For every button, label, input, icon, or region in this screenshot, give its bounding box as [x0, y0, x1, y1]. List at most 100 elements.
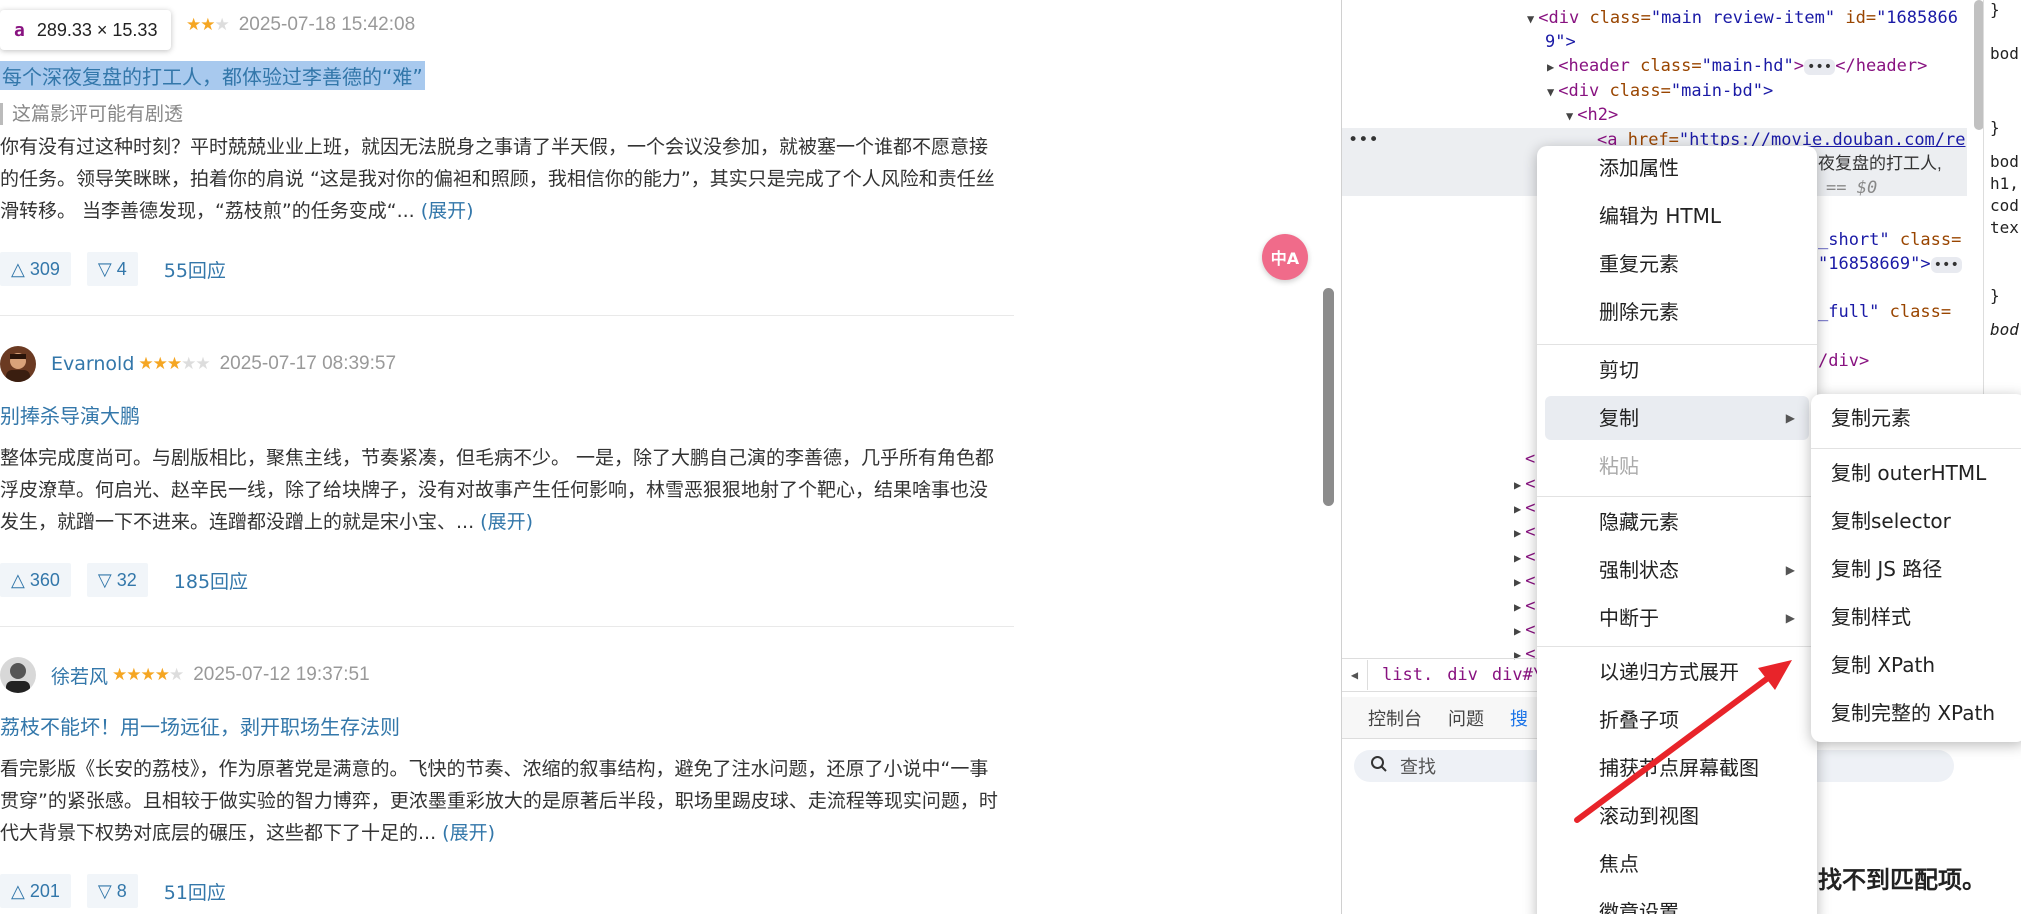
dom-node[interactable]: <: [1525, 447, 1535, 471]
menu-item-cut[interactable]: 剪切: [1545, 348, 1809, 392]
upvote-button[interactable]: △ 309: [0, 252, 71, 286]
upvote-count: 309: [29, 258, 60, 279]
dom-node[interactable]: /div>: [1818, 349, 1869, 373]
menu-separator: [1537, 646, 1817, 647]
submenu-item-copy-outerhtml[interactable]: 复制 outerHTML: [1811, 451, 2021, 495]
expand-triangle-icon[interactable]: ▶: [1547, 60, 1554, 74]
review-title[interactable]: 每个深夜复盘的打工人，都体验过李善德的“难”: [0, 61, 425, 90]
menu-item-edit-html[interactable]: 编辑为 HTML: [1545, 194, 1809, 238]
ellipsis-icon[interactable]: •••: [1930, 257, 1962, 273]
dom-node[interactable]: ▶ <: [1514, 496, 1535, 520]
menu-item-expand-recursively[interactable]: 以递归方式展开: [1545, 650, 1809, 694]
tab-console[interactable]: 控制台: [1368, 705, 1422, 731]
collapse-triangle-icon[interactable]: ▼: [1566, 109, 1573, 123]
dom-node[interactable]: ▶ <: [1514, 472, 1535, 496]
submenu-item-copy-js-path[interactable]: 复制 JS 路径: [1811, 547, 2021, 591]
dom-node[interactable]: _full" class=: [1818, 300, 1951, 324]
dom-node[interactable]: ▼ <div class="main review-item" id="16858…: [1527, 6, 1958, 30]
breadcrumb-item[interactable]: list.: [1382, 665, 1433, 685]
tab-search[interactable]: 搜: [1510, 705, 1528, 731]
ellipsis-icon[interactable]: •••: [1348, 128, 1379, 152]
replies-link[interactable]: 51回应: [164, 878, 226, 905]
menu-item-focus[interactable]: 焦点: [1545, 842, 1809, 886]
menu-item-duplicate[interactable]: 重复元素: [1545, 242, 1809, 286]
submenu-item-copy-selector[interactable]: 复制selector: [1811, 499, 2021, 543]
menu-item-collapse-children[interactable]: 折叠子项: [1545, 698, 1809, 742]
upvote-button[interactable]: △ 201: [0, 874, 71, 908]
dom-node[interactable]: ▼ <div class="main-bd">: [1547, 79, 1773, 103]
submenu-item-copy-styles[interactable]: 复制样式: [1811, 595, 2021, 639]
dom-node[interactable]: ▶ <: [1514, 545, 1535, 569]
expand-link[interactable]: (展开): [421, 200, 474, 222]
author-name[interactable]: 徐若风: [51, 662, 108, 689]
menu-item-force-state[interactable]: 强制状态 ▶: [1545, 548, 1809, 592]
menu-item-scroll-into-view[interactable]: 滚动到视图: [1545, 794, 1809, 838]
dom-node[interactable]: ▶ <: [1514, 520, 1535, 544]
menu-item-force-state-label: 强制状态: [1599, 558, 1679, 582]
ellipsis-icon[interactable]: •••: [1803, 59, 1836, 75]
search-icon: [1370, 755, 1388, 778]
menu-item-delete[interactable]: 删除元素: [1545, 290, 1809, 334]
expand-link[interactable]: (展开): [480, 511, 533, 533]
menu-item-badge-settings[interactable]: 徽章设置: [1545, 890, 1809, 914]
rating-stars: ★★★: [186, 15, 230, 35]
avatar[interactable]: [0, 346, 36, 382]
upvote-button[interactable]: △ 360: [0, 563, 71, 597]
downvote-button[interactable]: ▽ 8: [86, 874, 138, 908]
review-title[interactable]: 别捧杀导演大鹏: [0, 400, 140, 429]
expand-link[interactable]: (展开): [442, 822, 495, 844]
tab-issues[interactable]: 问题: [1448, 705, 1484, 731]
author-name[interactable]: Evarnold: [51, 353, 134, 375]
no-match-message: 找不到匹配项。: [1818, 866, 1986, 894]
dom-node[interactable]: ▶ <header class="main-hd"> ••• </header>: [1547, 54, 1927, 78]
downvote-button[interactable]: ▽ 32: [86, 563, 148, 597]
menu-separator: [1537, 344, 1817, 345]
review-text: 你有没有过这种时刻？平时兢兢业业上班，就因无法脱身之事请了半天假，一个会议没参加…: [0, 136, 995, 222]
page-scrollbar[interactable]: [1323, 288, 1334, 506]
submenu-item-copy-full-xpath[interactable]: 复制完整的 XPath: [1811, 691, 2021, 735]
upvote-count: 360: [29, 569, 60, 590]
dom-node[interactable]: ▼ <h2>: [1566, 103, 1618, 127]
menu-item-capture-screenshot[interactable]: 捕获节点屏幕截图: [1545, 746, 1809, 790]
review-body: 看完影版《长安的荔枝》，作为原著党是满意的。飞快的节奏、浓缩的叙事结构，避免了注…: [0, 753, 1005, 849]
menu-item-copy[interactable]: 复制 ▶: [1545, 396, 1809, 440]
style-line: }: [1990, 286, 2000, 305]
translate-label: 中A: [1270, 249, 1300, 268]
webpage: ★★★ 2025-07-18 15:42:08 每个深夜复盘的打工人，都体验过李…: [0, 0, 1341, 914]
menu-item-break-on[interactable]: 中断于 ▶: [1545, 596, 1809, 640]
dom-node[interactable]: _short" class=: [1818, 228, 1961, 252]
vote-bar: △ 309 ▽ 4 55回应: [0, 252, 226, 286]
dom-node[interactable]: ▶ <: [1514, 569, 1535, 593]
translate-icon[interactable]: 中A: [1262, 234, 1308, 280]
submenu-item-copy-element[interactable]: 复制元素: [1811, 396, 2021, 440]
styles-pane: } bod } bod h1, cod tex } bod: [1983, 0, 2021, 400]
style-selector[interactable]: bod: [1990, 44, 2019, 63]
collapse-triangle-icon[interactable]: ▼: [1547, 85, 1554, 99]
style-selector[interactable]: bod: [1990, 152, 2019, 171]
style-selector[interactable]: tex: [1990, 218, 2019, 237]
review-title[interactable]: 荔枝不能坏！用一场远征，剥开职场生存法则: [0, 711, 400, 740]
menu-item-add-attribute[interactable]: 添加属性: [1545, 146, 1809, 190]
dom-node[interactable]: ▶ <: [1514, 618, 1535, 642]
menu-item-hide[interactable]: 隐藏元素: [1545, 500, 1809, 544]
style-selector[interactable]: h1,: [1990, 174, 2019, 193]
downvote-count: 32: [116, 569, 137, 590]
menu-item-paste: 粘贴: [1599, 454, 1639, 478]
dom-node[interactable]: "16858669"> •••: [1818, 252, 1962, 276]
style-selector[interactable]: bod: [1990, 320, 2019, 339]
breadcrumb-item[interactable]: div: [1447, 665, 1478, 685]
replies-link[interactable]: 55回应: [164, 256, 226, 283]
dom-node[interactable]: ▶ <: [1514, 594, 1535, 618]
vote-bar: △ 360 ▽ 32 185回应: [0, 563, 248, 597]
copy-submenu: 复制元素 复制 outerHTML 复制selector 复制 JS 路径 复制…: [1811, 394, 2021, 742]
review-header: 徐若风 ★★★★★ 2025-07-12 19:37:51: [0, 655, 370, 695]
review-body: 整体完成度尚可。与剧版相比，聚焦主线，节奏紧凑，但毛病不少。 一是，除了大鹏自己…: [0, 442, 1005, 538]
review-text: 看完影版《长安的荔枝》，作为原著党是满意的。飞快的节奏、浓缩的叙事结构，避免了注…: [0, 758, 998, 844]
collapse-triangle-icon[interactable]: ▼: [1527, 12, 1534, 26]
avatar[interactable]: [0, 657, 36, 693]
style-selector[interactable]: cod: [1990, 196, 2019, 215]
chevron-left-icon[interactable]: ◀: [1342, 660, 1368, 690]
downvote-button[interactable]: ▽ 4: [86, 252, 138, 286]
submenu-item-copy-xpath[interactable]: 复制 XPath: [1811, 643, 2021, 687]
replies-link[interactable]: 185回应: [174, 567, 248, 594]
